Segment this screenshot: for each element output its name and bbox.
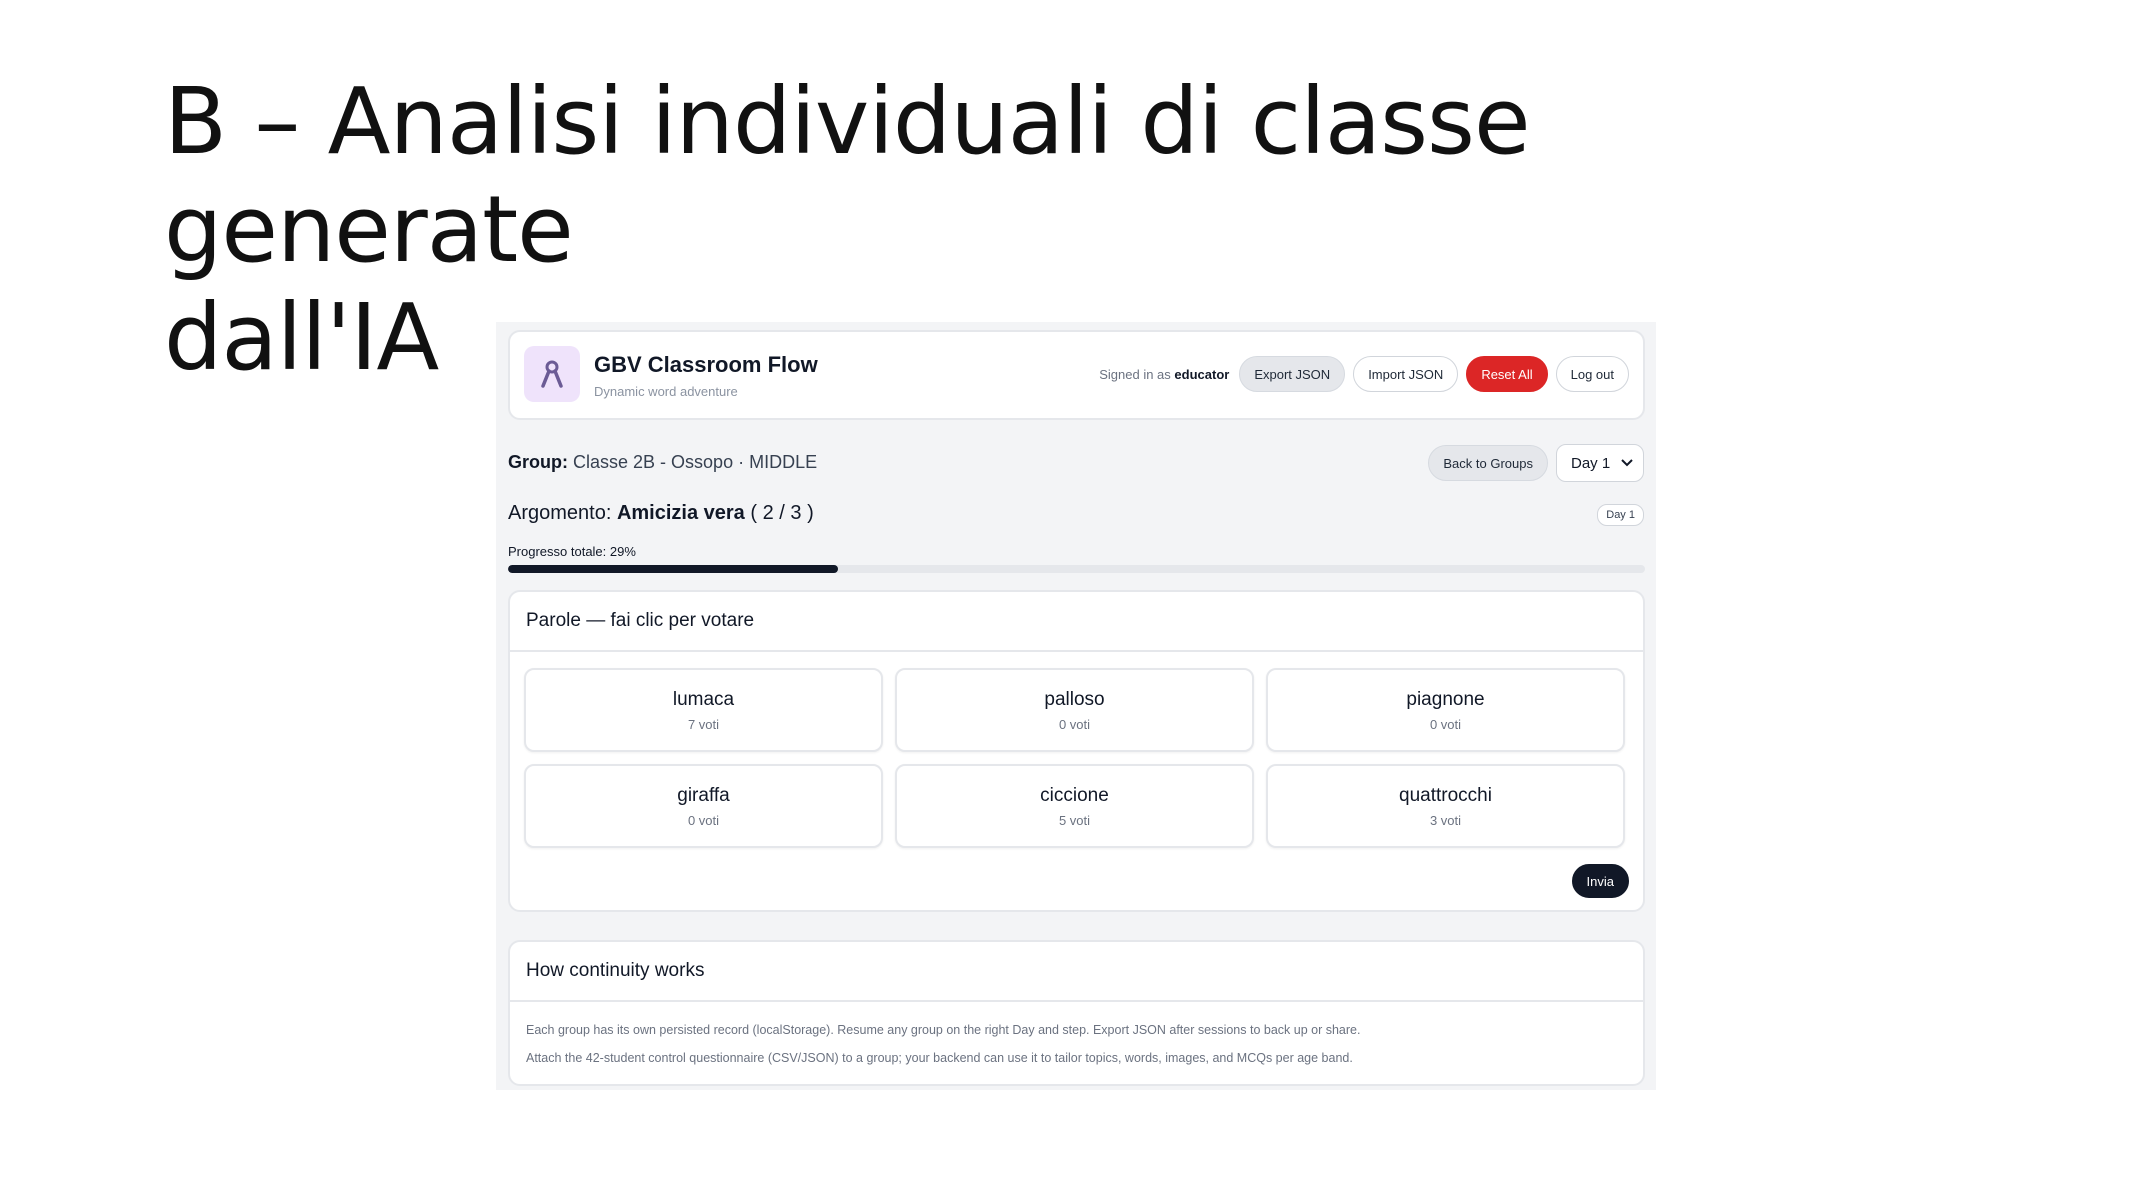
continuity-info-card: How continuity works Each group has its … [508, 940, 1645, 1086]
signed-in-prefix: Signed in as [1099, 366, 1171, 382]
word-label: giraffa [677, 784, 730, 806]
signed-in-user: educator [1174, 366, 1230, 382]
group-info: Group: Classe 2B - Ossopo · MIDDLE [508, 452, 817, 473]
vote-count: 3 voti [1429, 812, 1462, 828]
word-label: quattrocchi [1399, 784, 1492, 806]
app-subtitle: Dynamic word adventure [594, 384, 738, 399]
info-line-1: Each group has its own persisted record … [526, 1023, 1361, 1037]
words-card-title: Parole — fai clic per votare [510, 592, 1643, 652]
word-tile-ciccione[interactable]: ciccione 5 voti [895, 764, 1254, 848]
vote-count: 0 voti [1429, 716, 1462, 732]
app-title: GBV Classroom Flow [594, 352, 818, 377]
word-tile-lumaca[interactable]: lumaca 7 voti [524, 668, 883, 752]
word-label: ciccione [1040, 784, 1109, 806]
progress-label: Progresso totale: 29% [508, 544, 636, 559]
log-out-button[interactable]: Log out [1555, 356, 1629, 392]
words-card: Parole — fai clic per votare lumaca 7 vo… [508, 590, 1645, 912]
info-line-2: Attach the 42-student control questionna… [526, 1051, 1353, 1065]
app-screenshot: GBV Classroom Flow Dynamic word adventur… [496, 322, 1656, 1090]
header-actions: Signed in as educator Export JSON Import… [1099, 356, 1629, 392]
group-value: Classe 2B - Ossopo · MIDDLE [573, 452, 818, 472]
group-label: Group: [508, 452, 568, 472]
info-text: Each group has its own persisted record … [526, 1016, 1360, 1072]
word-label: lumaca [672, 688, 735, 710]
vote-count: 5 voti [1058, 812, 1091, 828]
word-tile-giraffa[interactable]: giraffa 0 voti [524, 764, 883, 848]
word-tile-piagnone[interactable]: piagnone 0 voti [1266, 668, 1625, 752]
reset-all-button[interactable]: Reset All [1466, 356, 1548, 392]
ribbon-icon [524, 346, 580, 402]
day-select-value: Day 1 [1571, 454, 1611, 472]
day-badge: Day 1 [1597, 504, 1644, 526]
signed-in-status: Signed in as educator [1099, 367, 1229, 382]
chevron-down-icon [1621, 459, 1633, 467]
word-grid: lumaca 7 voti palloso 0 voti piagnone 0 … [524, 668, 1625, 848]
day-select[interactable]: Day 1 [1556, 444, 1644, 482]
submit-button[interactable]: Invia [1571, 864, 1629, 898]
export-json-button[interactable]: Export JSON [1239, 356, 1346, 392]
topic-step: ( 2 / 3 ) [750, 502, 814, 524]
topic-name: Amicizia vera [616, 502, 745, 524]
vote-count: 0 voti [1058, 716, 1091, 732]
word-label: piagnone [1406, 688, 1485, 710]
word-tile-palloso[interactable]: palloso 0 voti [895, 668, 1254, 752]
app-header: GBV Classroom Flow Dynamic word adventur… [508, 330, 1645, 420]
topic-line: Argomento: Amicizia vera ( 2 / 3 ) [508, 502, 814, 525]
info-card-title: How continuity works [510, 942, 1643, 1002]
word-tile-quattrocchi[interactable]: quattrocchi 3 voti [1266, 764, 1625, 848]
slide-title-line-1: B – Analisi individuali di classe genera… [164, 68, 1531, 283]
word-label: palloso [1044, 688, 1105, 710]
topic-label: Argomento: [508, 502, 612, 524]
vote-count: 0 voti [687, 812, 720, 828]
import-json-button[interactable]: Import JSON [1353, 356, 1459, 392]
back-to-groups-button[interactable]: Back to Groups [1428, 445, 1548, 481]
progress-fill [508, 565, 838, 573]
group-controls: Back to Groups Day 1 [1428, 444, 1644, 482]
progress-bar [508, 565, 1645, 573]
vote-count: 7 voti [687, 716, 720, 732]
